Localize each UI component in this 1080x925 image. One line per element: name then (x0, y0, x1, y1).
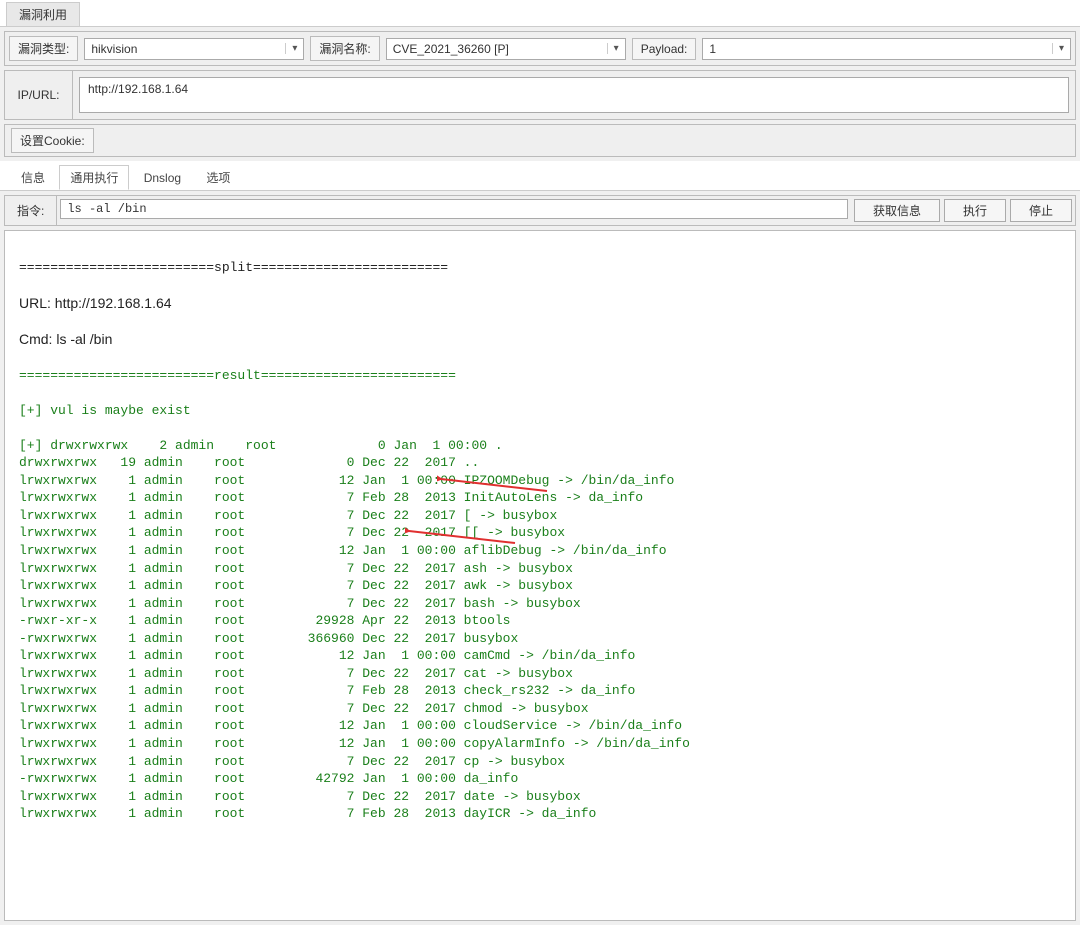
listing-line: lrwxrwxrwx 1 admin root 12 Jan 1 00:00 I… (19, 472, 1061, 490)
listing-line: lrwxrwxrwx 1 admin root 7 Dec 22 2017 aw… (19, 577, 1061, 595)
listing-line: lrwxrwxrwx 1 admin root 7 Dec 22 2017 as… (19, 560, 1061, 578)
get-info-button[interactable]: 获取信息 (854, 199, 940, 222)
listing-line: lrwxrwxrwx 1 admin root 7 Feb 28 2013 In… (19, 489, 1061, 507)
tab-info[interactable]: 信息 (10, 165, 56, 190)
sub-tab-strip: 信息 通用执行 Dnslog 选项 (0, 161, 1080, 191)
ipurl-label: IP/URL: (5, 71, 73, 119)
listing-line: -rwxrwxrwx 1 admin root 42792 Jan 1 00:0… (19, 770, 1061, 788)
output-cmd: Cmd: ls -al /bin (19, 330, 1061, 349)
vuln-toolbar: 漏洞类型: hikvision ▾ 漏洞名称: CVE_2021_36260 [… (4, 31, 1076, 66)
listing-line: lrwxrwxrwx 1 admin root 7 Dec 22 2017 da… (19, 788, 1061, 806)
listing-line: lrwxrwxrwx 1 admin root 12 Jan 1 00:00 c… (19, 735, 1061, 753)
listing-line: lrwxrwxrwx 1 admin root 7 Dec 22 2017 [[… (19, 524, 1061, 542)
listing-line: -rwxrwxrwx 1 admin root 366960 Dec 22 20… (19, 630, 1061, 648)
listing-line: lrwxrwxrwx 1 admin root 12 Jan 1 00:00 a… (19, 542, 1061, 560)
vul-exist-line: [+] vul is maybe exist (19, 402, 1061, 420)
vuln-type-select[interactable]: hikvision ▾ (84, 38, 304, 60)
listing-line: lrwxrwxrwx 1 admin root 7 Dec 22 2017 ca… (19, 665, 1061, 683)
payload-select[interactable]: 1 ▾ (702, 38, 1071, 60)
listing-line: drwxrwxrwx 19 admin root 0 Dec 22 2017 .… (19, 454, 1061, 472)
tab-dnslog[interactable]: Dnslog (133, 167, 192, 189)
payload-value: 1 (703, 42, 1052, 56)
vuln-type-value: hikvision (85, 42, 285, 56)
vuln-type-label: 漏洞类型: (9, 36, 78, 61)
file-listing: [+] drwxrwxrwx 2 admin root 0 Jan 1 00:0… (19, 437, 1061, 823)
listing-line: lrwxrwxrwx 1 admin root 7 Dec 22 2017 ch… (19, 700, 1061, 718)
payload-label: Payload: (632, 38, 697, 60)
chevron-down-icon: ▾ (285, 43, 303, 54)
tab-exploit[interactable]: 漏洞利用 (6, 2, 80, 26)
listing-line: lrwxrwxrwx 1 admin root 12 Jan 1 00:00 c… (19, 717, 1061, 735)
stop-button[interactable]: 停止 (1010, 199, 1072, 222)
chevron-down-icon: ▾ (607, 43, 625, 54)
cookie-row: 设置Cookie: (4, 124, 1076, 157)
command-label: 指令: (5, 196, 57, 225)
execute-button[interactable]: 执行 (944, 199, 1006, 222)
tab-exec[interactable]: 通用执行 (59, 165, 129, 190)
listing-line: lrwxrwxrwx 1 admin root 7 Dec 22 2017 [ … (19, 507, 1061, 525)
output-panel: =========================split==========… (4, 230, 1076, 921)
split-separator: =========================split==========… (19, 259, 1061, 277)
vuln-name-label: 漏洞名称: (310, 36, 379, 61)
listing-line: -rwxr-xr-x 1 admin root 29928 Apr 22 201… (19, 612, 1061, 630)
output-url: URL: http://192.168.1.64 (19, 294, 1061, 313)
command-row: 指令: ls -al /bin 获取信息 执行 停止 (4, 195, 1076, 226)
ipurl-row: IP/URL: http://192.168.1.64 (4, 70, 1076, 120)
listing-line: [+] drwxrwxrwx 2 admin root 0 Jan 1 00:0… (19, 437, 1061, 455)
command-input[interactable]: ls -al /bin (60, 199, 848, 219)
vuln-name-select[interactable]: CVE_2021_36260 [P] ▾ (386, 38, 626, 60)
listing-line: lrwxrwxrwx 1 admin root 7 Dec 22 2017 cp… (19, 753, 1061, 771)
listing-line: lrwxrwxrwx 1 admin root 7 Feb 28 2013 ch… (19, 682, 1061, 700)
result-separator: =========================result=========… (19, 367, 1061, 385)
listing-line: lrwxrwxrwx 1 admin root 12 Jan 1 00:00 c… (19, 647, 1061, 665)
action-buttons: 获取信息 执行 停止 (851, 196, 1075, 225)
chevron-down-icon: ▾ (1052, 43, 1070, 54)
listing-line: lrwxrwxrwx 1 admin root 7 Feb 28 2013 da… (19, 805, 1061, 823)
cookie-label: 设置Cookie: (11, 128, 94, 153)
listing-line: lrwxrwxrwx 1 admin root 7 Dec 22 2017 ba… (19, 595, 1061, 613)
main-tab-strip: 漏洞利用 (0, 0, 1080, 27)
ipurl-input[interactable]: http://192.168.1.64 (79, 77, 1069, 113)
tab-options[interactable]: 选项 (195, 165, 241, 190)
vuln-name-value: CVE_2021_36260 [P] (387, 42, 607, 56)
